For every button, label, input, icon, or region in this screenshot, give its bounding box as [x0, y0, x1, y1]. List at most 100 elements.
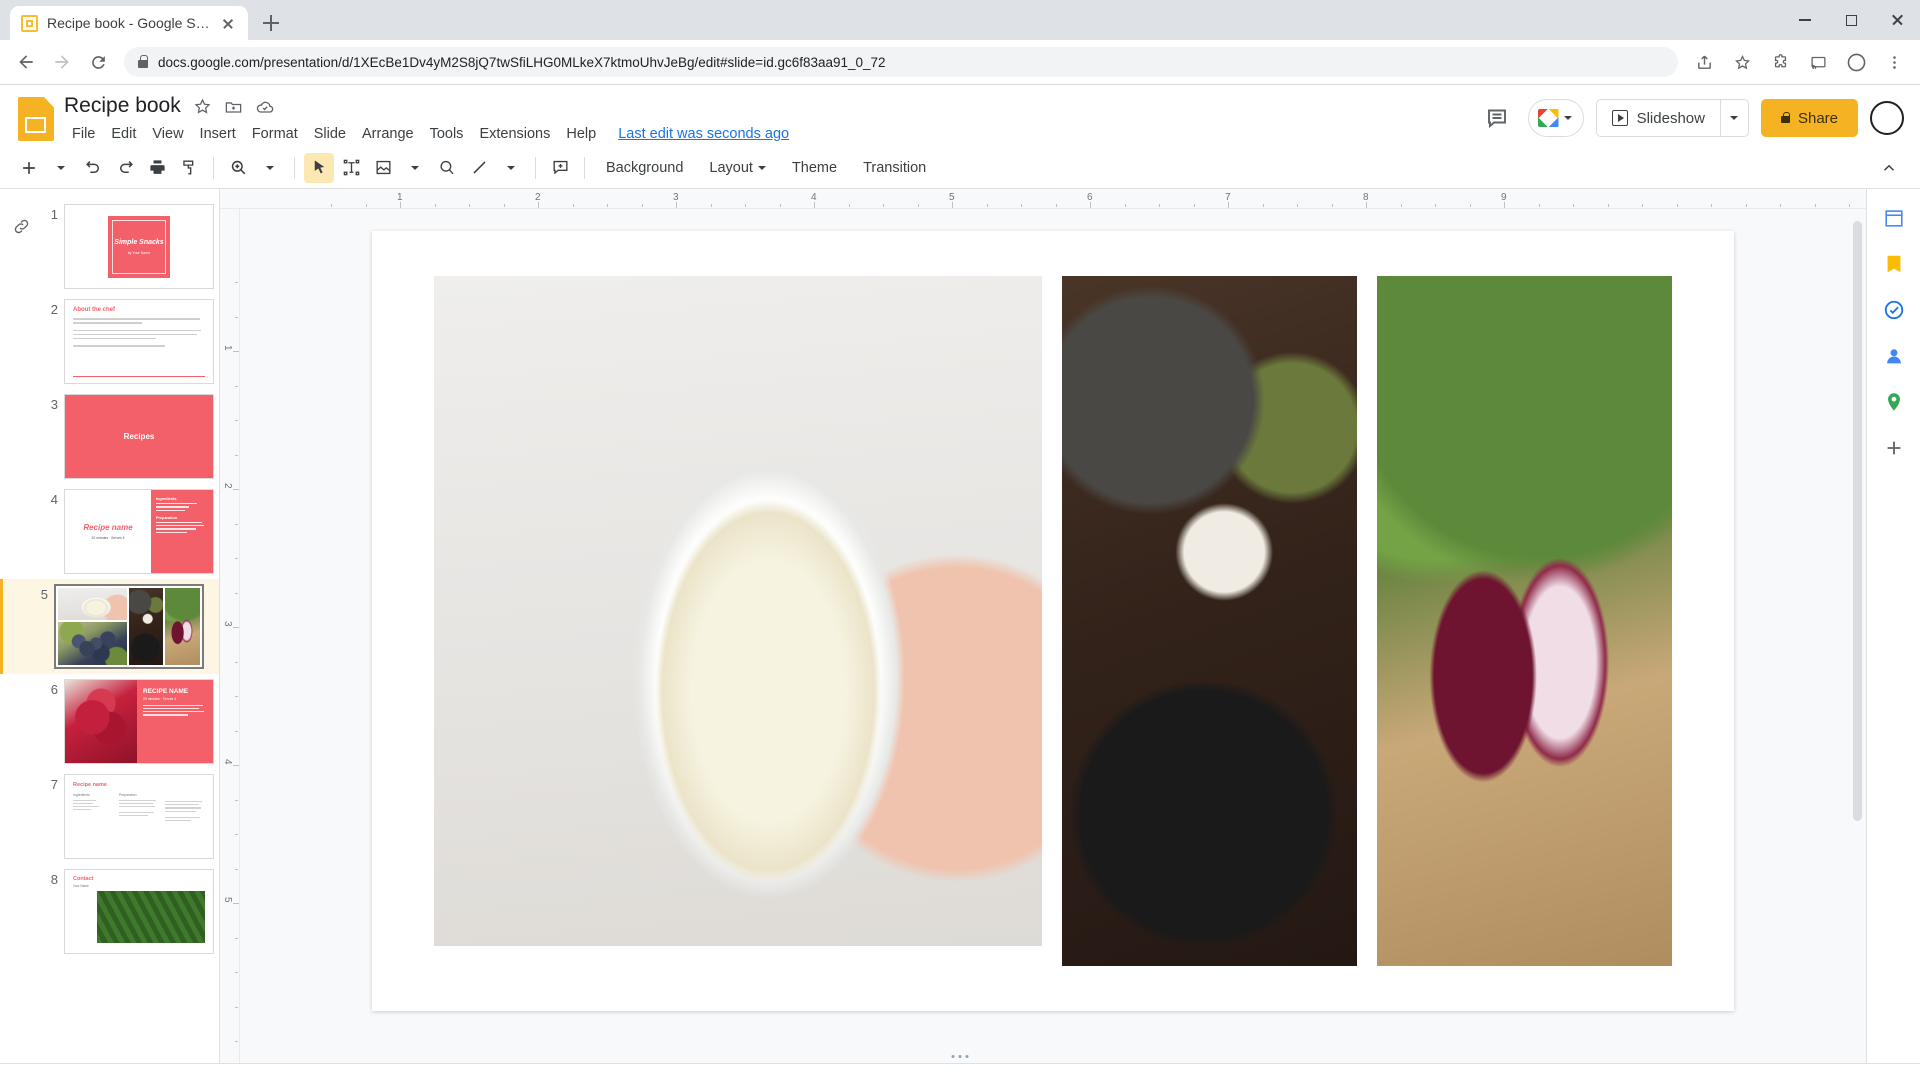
filmstrip-slide-6[interactable]: 6 RECIPE NAME 20 minutes · Serves 4 — [30, 674, 219, 769]
move-to-folder-icon[interactable] — [224, 97, 243, 116]
last-edit-status[interactable]: Last edit was seconds ago — [618, 126, 789, 142]
background-button[interactable]: Background — [594, 153, 695, 183]
select-cursor-icon[interactable] — [304, 152, 334, 183]
speaker-notes-pane[interactable]: Click to add speaker notes — [0, 1055, 1920, 1080]
transition-button[interactable]: Transition — [851, 153, 938, 183]
menu-view[interactable]: View — [144, 123, 191, 145]
menu-extensions[interactable]: Extensions — [471, 123, 558, 145]
chrome-menu-icon[interactable] — [1877, 45, 1911, 79]
ruler-tick-label: 3 — [673, 192, 679, 203]
minimize-icon[interactable] — [1782, 0, 1828, 40]
speaker-notes-placeholder[interactable]: Click to add speaker notes — [0, 1064, 1920, 1080]
layout-button[interactable]: Layout — [697, 153, 778, 183]
contacts-icon[interactable] — [1879, 341, 1909, 371]
undo-icon[interactable] — [78, 153, 108, 183]
profile-avatar-icon[interactable] — [1839, 45, 1873, 79]
shape-icon[interactable] — [432, 153, 462, 183]
back-icon[interactable] — [9, 45, 43, 79]
cloud-saved-icon[interactable] — [255, 97, 274, 116]
line-options-button[interactable] — [496, 153, 526, 183]
slide-thumbnail[interactable]: Recipe name Ingredients Preparation — [64, 774, 214, 859]
zoom-icon[interactable] — [223, 153, 253, 183]
forward-icon[interactable] — [45, 45, 79, 79]
close-icon[interactable] — [219, 14, 237, 32]
address-bar[interactable]: docs.google.com/presentation/d/1XEcBe1Dv… — [124, 47, 1678, 77]
window-close-icon[interactable] — [1874, 0, 1920, 40]
extensions-icon[interactable] — [1763, 45, 1797, 79]
new-tab-button[interactable] — [256, 8, 286, 38]
ruler-minor-mark — [235, 489, 238, 490]
browser-tab[interactable]: Recipe book - Google Slides — [10, 6, 248, 40]
new-slide-options-button[interactable] — [46, 153, 76, 183]
filmstrip-slide-2[interactable]: 2 About the chef — [30, 294, 219, 389]
menu-edit[interactable]: Edit — [103, 123, 144, 145]
slide-thumbnail[interactable]: Recipe name 20 minutes · Serves 4 Ingred… — [64, 489, 214, 574]
star-icon[interactable] — [193, 97, 212, 116]
slides-logo-icon[interactable] — [18, 97, 54, 141]
cast-icon[interactable] — [1801, 45, 1835, 79]
insert-image-options-button[interactable] — [400, 153, 430, 183]
slide-thumbnail[interactable]: Simple Snacks by Your Name — [64, 204, 214, 289]
print-icon[interactable] — [142, 153, 172, 183]
tasks-icon[interactable] — [1879, 295, 1909, 325]
mortar-and-pestle-spices-photo[interactable] — [1061, 276, 1357, 966]
slideshow-options-button[interactable] — [1720, 99, 1749, 137]
canvas-scrollbar[interactable] — [1853, 221, 1862, 821]
menu-format[interactable]: Format — [244, 123, 306, 145]
add-addon-icon[interactable] — [1879, 433, 1909, 463]
ruler-tick-label: 4 — [222, 759, 233, 765]
zoom-options-button[interactable] — [255, 153, 285, 183]
line-icon[interactable] — [464, 153, 494, 183]
reload-icon[interactable] — [81, 45, 115, 79]
current-slide[interactable] — [372, 231, 1734, 1011]
insert-image-icon[interactable] — [368, 153, 398, 183]
calendar-icon[interactable] — [1879, 203, 1909, 233]
keep-icon[interactable] — [1879, 249, 1909, 279]
ginger-lemon-tea-photo[interactable] — [434, 276, 1042, 946]
bookmark-star-icon[interactable] — [1725, 45, 1759, 79]
filmstrip-slide-1[interactable]: 1 Simple Snacks by Your Name — [30, 199, 219, 294]
slideshow-button[interactable]: Slideshow — [1595, 99, 1721, 137]
slide-thumbnail[interactable]: Recipes — [64, 394, 214, 479]
slide-filmstrip[interactable]: 1 Simple Snacks by Your Name 2 About the… — [0, 189, 220, 1063]
avatar[interactable] — [1870, 101, 1904, 135]
slide-thumbnail[interactable]: Contact Your Name — [64, 869, 214, 954]
new-slide-icon[interactable] — [14, 153, 44, 183]
notes-resize-handle[interactable] — [951, 1055, 969, 1058]
filmstrip-slide-5[interactable]: 5 — [0, 579, 219, 674]
red-onion-peppercorns-photo[interactable] — [1376, 276, 1672, 966]
share-page-icon[interactable] — [1687, 45, 1721, 79]
filmstrip-slide-4[interactable]: 4 Recipe name 20 minutes · Serves 4 Ingr… — [30, 484, 219, 579]
slide-thumbnail[interactable]: About the chef — [64, 299, 214, 384]
meet-button[interactable] — [1527, 99, 1584, 137]
present-notes-icon[interactable] — [1478, 99, 1516, 137]
page-title[interactable]: Recipe book — [64, 94, 181, 118]
menu-insert[interactable]: Insert — [192, 123, 244, 145]
filmstrip-slide-7[interactable]: 7 Recipe name Ingredients Preparation — [30, 769, 219, 864]
ruler-minor-mark — [235, 385, 238, 387]
paint-format-icon[interactable] — [174, 153, 204, 183]
filmstrip-slide-3[interactable]: 3 Recipes — [30, 389, 219, 484]
share-button[interactable]: Share — [1760, 99, 1858, 137]
slide-canvas-area[interactable]: 1 2 3 4 5 6 7 8 9 1 2 3 4 5 — [220, 189, 1866, 1063]
ruler-minor-mark — [400, 204, 401, 207]
menu-help[interactable]: Help — [558, 123, 604, 145]
redo-icon[interactable] — [110, 153, 140, 183]
menu-slide[interactable]: Slide — [306, 123, 354, 145]
maximize-icon[interactable] — [1828, 0, 1874, 40]
maps-icon[interactable] — [1879, 387, 1909, 417]
slide-thumbnail[interactable] — [54, 584, 204, 669]
menu-arrange[interactable]: Arrange — [354, 123, 422, 145]
collapse-toolbar-icon[interactable] — [1874, 153, 1904, 183]
menu-file[interactable]: File — [64, 123, 103, 145]
ruler-minor-mark — [1159, 204, 1160, 207]
filmstrip-slide-8[interactable]: 8 Contact Your Name — [30, 864, 219, 959]
theme-button[interactable]: Theme — [780, 153, 849, 183]
menu-tools[interactable]: Tools — [422, 123, 472, 145]
ruler-minor-mark — [235, 351, 238, 352]
ruler-minor-mark — [814, 204, 815, 207]
text-box-icon[interactable] — [336, 153, 366, 183]
slide-thumbnail[interactable]: RECIPE NAME 20 minutes · Serves 4 — [64, 679, 214, 764]
link-icon[interactable] — [12, 217, 31, 236]
comment-icon[interactable] — [545, 153, 575, 183]
